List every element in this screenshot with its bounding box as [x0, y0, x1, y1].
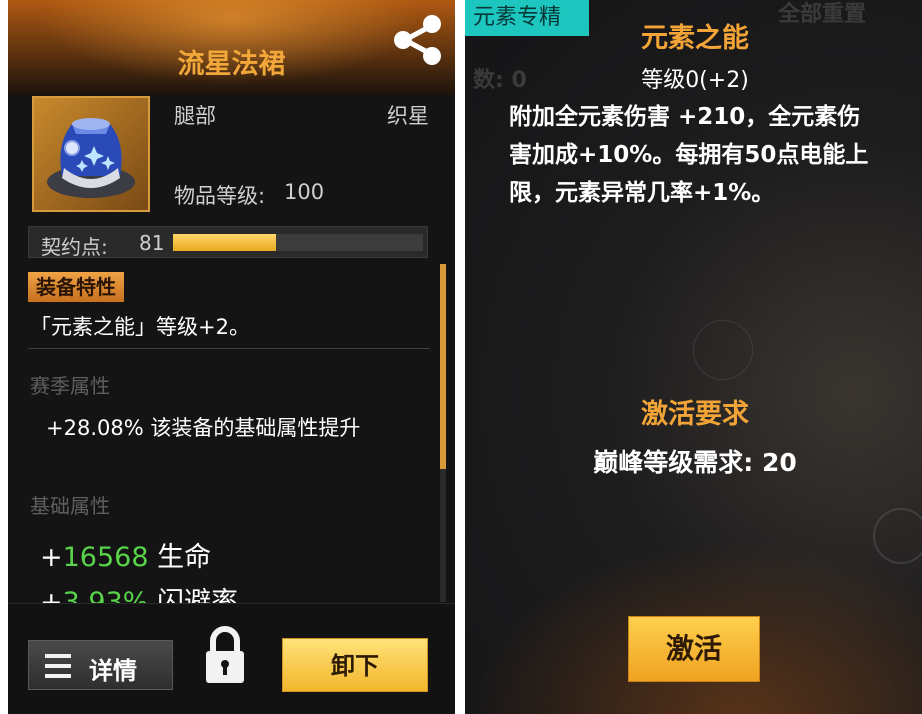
share-icon[interactable]	[390, 12, 446, 68]
details-label: 详情	[89, 657, 137, 685]
item-image	[32, 96, 150, 212]
stat-value: 16568	[62, 542, 149, 573]
stat-prefix: +	[40, 542, 63, 573]
item-detail-panel: 流星法裙 腿部 织星 物品等级: 100 契约点: 81 装备特性 「元素之能」…	[8, 0, 455, 714]
trait-tag: 装备特性	[28, 272, 124, 302]
background-decoration	[873, 508, 922, 564]
menu-icon	[45, 654, 71, 678]
activation-requirement-heading: 激活要求	[641, 399, 749, 430]
scrollbar-thumb[interactable]	[440, 264, 446, 469]
contract-label: 契约点:	[41, 235, 108, 259]
item-slot: 腿部	[174, 104, 216, 128]
base-stat-row: +16568 生命	[40, 535, 211, 574]
base-attributes-heading: 基础属性	[30, 494, 110, 518]
requirement-label: 巅峰等级需求:	[593, 448, 754, 477]
contract-progress-fill	[173, 234, 276, 251]
unequip-button[interactable]: 卸下	[282, 638, 428, 692]
item-set-name: 织星	[387, 104, 429, 128]
contract-progress-bar	[173, 234, 423, 251]
contract-points-row: 契约点: 81	[28, 226, 428, 259]
details-button[interactable]: 详情	[28, 640, 173, 690]
item-skirt-icon	[47, 118, 135, 198]
item-level-value: 100	[284, 180, 325, 204]
item-level-label: 物品等级:	[174, 184, 266, 208]
divider	[28, 348, 430, 349]
item-title: 流星法裙	[177, 49, 286, 80]
requirement-value: 20	[761, 448, 797, 477]
scrollbar[interactable]	[440, 264, 446, 602]
contract-value: 81	[139, 231, 165, 255]
background-decoration	[693, 320, 753, 380]
ability-description: 附加全元素伤害 +210，全元素伤害加成+10%。每拥有50点电能上限，元素异常…	[509, 104, 869, 206]
season-attribute-text: +28.08% 该装备的基础属性提升	[46, 416, 361, 440]
season-attributes-heading: 赛季属性	[30, 374, 110, 398]
stat-name: 生命	[157, 542, 212, 573]
ability-level: 等级0(+2)	[641, 68, 749, 93]
activation-requirement-row: 巅峰等级需求: 20	[465, 443, 922, 479]
ability-detail-panel: 全部重置 数: 0 元素专精 元素之能 等级0(+2) 附加全元素伤害 +210…	[465, 0, 922, 714]
activate-button[interactable]: 激活	[628, 616, 760, 682]
trait-text: 「元素之能」等级+2。	[30, 315, 250, 339]
lock-icon[interactable]	[203, 625, 247, 685]
ability-name: 元素之能	[641, 23, 749, 54]
